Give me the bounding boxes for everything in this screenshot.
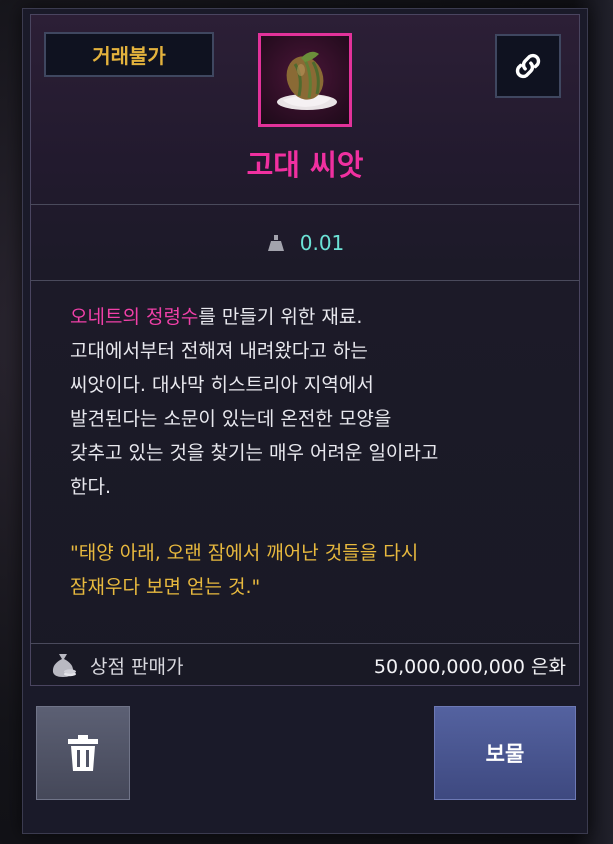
divider — [30, 204, 580, 205]
trash-icon — [68, 735, 98, 771]
description-line: 발견된다는 소문이 있는데 온전한 모양을 — [70, 408, 392, 430]
item-name: 고대 씨앗 — [246, 148, 364, 182]
chain-link-icon — [515, 53, 541, 79]
description-line-rest: 를 만들기 위한 재료. — [198, 306, 363, 328]
item-flavor-quote: "태양 아래, 오랜 잠에서 깨어난 것들을 다시 잠재우다 보면 얻는 것." — [70, 536, 550, 604]
weight-row: 0.01 — [30, 220, 580, 266]
link-button[interactable] — [495, 34, 561, 98]
coin-bag-icon — [52, 654, 76, 677]
trade-status-badge: 거래불가 — [44, 32, 214, 77]
divider — [30, 280, 580, 281]
shop-price-label: 상점 판매가 — [90, 655, 184, 678]
description-line: 고대에서부터 전해져 내려왔다고 하는 — [70, 340, 368, 362]
item-icon-frame — [258, 33, 352, 127]
ancient-seed-icon — [277, 51, 337, 110]
quote-line: "태양 아래, 오랜 잠에서 깨어난 것들을 다시 — [70, 542, 419, 564]
weight-icon — [267, 235, 284, 251]
weight-value: 0.01 — [299, 231, 345, 255]
discard-button[interactable] — [36, 706, 130, 800]
item-description: 오네트의 정령수를 만들기 위한 재료. 고대에서부터 전해져 내려왔다고 하는… — [70, 300, 550, 504]
description-highlight: 오네트의 정령수 — [70, 306, 199, 328]
description-line: 갖추고 있는 것을 찾기는 매우 어려운 일이라고 — [70, 442, 439, 464]
vault-button[interactable]: 보물 — [434, 706, 576, 800]
quote-line: 잠재우다 보면 얻는 것." — [70, 576, 261, 598]
description-line: 씨앗이다. 대사막 히스트리아 지역에서 — [70, 374, 374, 396]
description-line: 오네트의 정령수를 만들기 위한 재료. — [70, 300, 550, 334]
shop-price-value: 50,000,000,000 은화 — [373, 655, 566, 678]
shop-price-row: 상점 판매가 50,000,000,000 은화 — [30, 644, 580, 686]
description-line: 한다. — [70, 476, 111, 498]
